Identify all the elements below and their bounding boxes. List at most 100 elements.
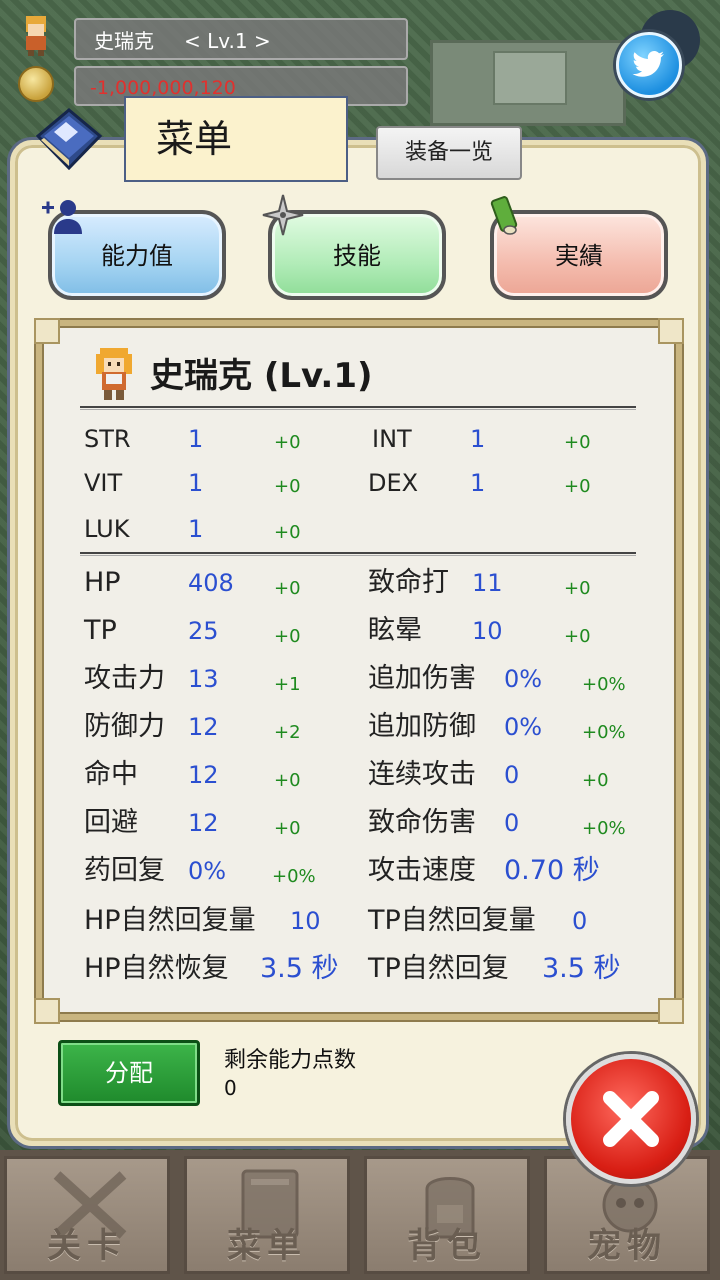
player-avatar-icon [26,16,46,56]
stat-bonus: +0 [274,626,301,647]
close-icon [603,1091,659,1147]
stat-bonus: +0 [274,476,301,497]
stat-bonus: +0% [582,818,626,839]
stat-bonus: +2 [274,722,301,743]
nav-bag[interactable]: 背包 [364,1156,530,1274]
stat-value: 10 [290,907,321,935]
stat-label: HP自然回复量 [84,905,256,936]
stat-label: 追加防御 [368,711,476,742]
nav-menu-label: 菜单 [227,1226,307,1266]
stat-value: 11 [472,569,503,597]
nav-pet-label: 宠物 [587,1226,667,1266]
stat-value: 1 [470,425,486,453]
stat-value: 1 [470,469,486,497]
tab-achievements-label: 実績 [555,242,603,270]
remaining-points-label: 剩余能力点数 [224,1048,357,1073]
stat-label: TP [84,615,117,646]
nav-stage[interactable]: 关卡 [4,1156,170,1274]
close-button[interactable] [566,1054,696,1184]
stat-value: 0% [504,665,543,693]
stat-bonus: +0 [564,578,591,599]
stat-value: 1 [188,469,204,497]
add-user-icon [42,200,82,234]
scroll-icon [490,196,518,235]
stat-label: DEX [368,469,419,497]
stat-bonus: +0 [274,522,301,543]
stat-value: 3.5 秒 [260,953,339,984]
stat-value: 13 [188,665,219,693]
sheet-corner [658,318,684,344]
stat-bonus: +0 [564,476,591,497]
stat-value: 25 [188,617,219,645]
player-name: 史瑞克 [94,29,154,53]
nav-stage-label: 关卡 [47,1226,127,1266]
stat-bonus: +0% [272,866,316,887]
stat-label: HP [84,567,121,598]
stat-label: INT [372,425,412,453]
stat-bonus: +0 [274,432,301,453]
stat-bonus: +0 [274,770,301,791]
sheet-corner [34,318,60,344]
stat-label: 攻击力 [84,663,165,694]
stat-bonus: +0% [582,722,626,743]
stat-label: 追加伤害 [368,663,476,694]
stat-label: 药回复 [84,855,165,886]
stat-label: VIT [84,469,123,497]
stat-value: 0 [504,809,520,837]
menu-title: 菜单 [124,96,348,182]
nav-menu[interactable]: 菜单 [184,1156,350,1274]
stat-bonus: +0 [564,626,591,647]
stat-value: 1 [188,515,204,543]
coin-icon [18,66,54,102]
player-level: < Lv.1 > [184,29,271,53]
nav-bag-label: 背包 [407,1226,487,1266]
stat-value: 10 [472,617,503,645]
assign-points-button[interactable]: 分配 [58,1040,200,1106]
twitter-button[interactable] [616,32,682,98]
remaining-points-value: 0 [224,1076,237,1100]
stat-bonus: +1 [274,674,301,695]
stat-value: 0 [504,761,520,789]
stat-value: 12 [188,713,219,741]
character-portrait-icon [96,348,132,400]
stat-label: 连续攻击 [368,759,476,790]
stat-label: HP自然恢复 [84,953,229,984]
tab-stats-label: 能力值 [101,242,173,270]
stat-value: 0% [188,857,227,885]
divider [80,552,636,556]
stat-label: TP自然回复 [368,953,509,984]
shuriken-icon [262,194,304,236]
stat-value: 3.5 秒 [542,953,621,984]
sheet-corner [658,998,684,1024]
stat-label: LUK [84,515,130,543]
stat-value: 0 [572,907,588,935]
equipment-list-button[interactable]: 装备一览 [376,126,522,180]
stat-value: 408 [188,569,234,597]
tab-skills-label: 技能 [333,242,381,270]
stat-label: TP自然回复量 [368,905,536,936]
twitter-bird-icon [632,51,664,77]
stat-label: 致命打 [368,567,449,598]
stat-label: STR [84,425,131,453]
stat-value: 12 [188,809,219,837]
stat-bonus: +0 [564,432,591,453]
stat-label: 防御力 [84,711,165,742]
stat-label: 眩晕 [368,615,422,646]
stat-value: 12 [188,761,219,789]
divider [80,406,636,410]
player-name-bar[interactable]: 史瑞克 < Lv.1 > [74,18,408,60]
stat-bonus: +0 [274,818,301,839]
sheet-corner [34,998,60,1024]
stat-bonus: +0 [582,770,609,791]
stat-label: 命中 [84,759,138,790]
stat-label: 致命伤害 [368,807,476,838]
background-building [430,40,626,126]
menu-book-icon [36,108,102,170]
stat-bonus: +0% [582,674,626,695]
stat-bonus: +0 [274,578,301,599]
stat-value: 0.70 秒 [504,855,600,886]
stat-label: 攻击速度 [368,855,476,886]
stat-value: 1 [188,425,204,453]
stat-label: 回避 [84,807,138,838]
character-title: 史瑞克 (Lv.1) [150,356,373,396]
